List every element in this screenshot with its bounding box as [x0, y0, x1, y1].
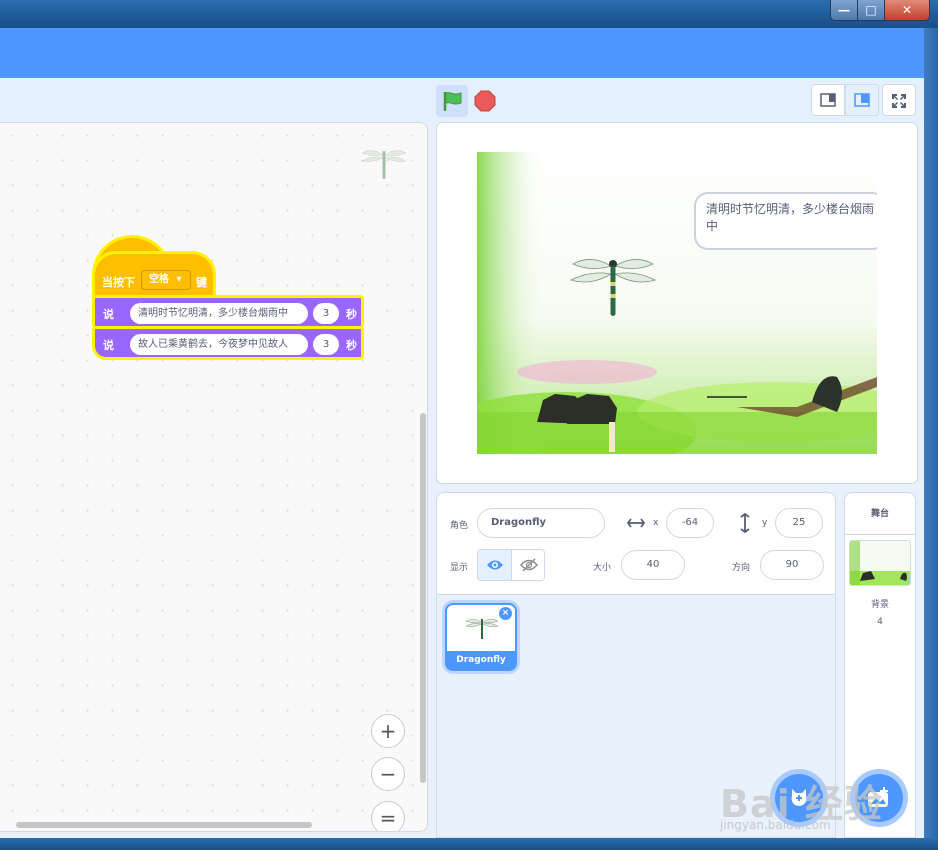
green-flag-button[interactable] — [436, 85, 468, 117]
window-right-frame — [924, 28, 938, 838]
backdrop-scene: 清明时节忆明清，多少楼台烟雨中 — [477, 152, 877, 454]
close-button[interactable]: ✕ — [885, 0, 929, 20]
eye-icon — [487, 560, 503, 570]
stage-target-title: 舞台 — [845, 493, 915, 535]
hat-prefix-label: 当按下 — [102, 276, 135, 289]
small-stage-icon — [820, 93, 836, 107]
secs-label: 秒 — [346, 339, 357, 352]
taskbar — [0, 838, 938, 850]
dragonfly-thumbnail-icon — [465, 619, 499, 639]
menu-bar — [0, 28, 924, 78]
hat-suffix-label: 键 — [196, 276, 207, 289]
direction-label: 方向 — [732, 563, 751, 573]
x-input[interactable]: -64 — [666, 508, 714, 538]
say-text-input[interactable]: 清明时节忆明清，多少楼台烟雨中 — [130, 303, 308, 324]
horizontal-arrows-icon — [627, 518, 645, 528]
key-dropdown-value: 空格 — [149, 274, 169, 285]
normal-stage-icon — [854, 93, 870, 107]
hide-button[interactable] — [512, 550, 544, 580]
size-label: 大小 — [593, 563, 612, 573]
zoom-out-button[interactable]: − — [371, 757, 405, 791]
when-key-pressed-block[interactable]: 当按下 空格 ▾ 键 — [92, 251, 216, 301]
green-flag-icon — [443, 92, 462, 111]
sprite-tile[interactable]: × Dragonfly — [445, 603, 517, 671]
say-for-secs-block[interactable]: 说 故人已乘黄鹤去，今夜梦中见故人 3 秒 — [92, 326, 364, 360]
show-button[interactable] — [478, 550, 512, 580]
x-label: x — [653, 518, 659, 528]
y-label: y — [762, 518, 768, 528]
dragonfly-sprite — [569, 259, 657, 316]
say-label: 说 — [103, 308, 114, 321]
backdrops-label: 背景 — [870, 600, 889, 610]
close-icon: × — [501, 608, 510, 618]
sprite-info-bar: 角色 Dragonfly x -64 y 25 显示 大小 40 方向 90 — [437, 493, 835, 595]
scratch-app: 当按下 空格 ▾ 键 说 清明时节忆明清，多少楼台烟雨中 3 秒 说 故人已乘黄… — [0, 28, 924, 838]
zoom-reset-button[interactable]: = — [371, 801, 405, 831]
window-titlebar: — □ ✕ — [0, 0, 938, 28]
fullscreen-button[interactable] — [882, 84, 916, 116]
dropdown-arrow-icon: ▾ — [176, 274, 182, 285]
say-secs-input[interactable]: 3 — [313, 334, 339, 355]
backdrops-count: 4 — [877, 617, 883, 627]
zoom-in-button[interactable]: + — [371, 714, 405, 748]
fullscreen-icon — [892, 94, 906, 108]
minimize-button[interactable]: — — [831, 0, 858, 20]
delete-sprite-button[interactable]: × — [499, 607, 512, 620]
backdrop-thumbnail — [849, 540, 911, 586]
small-stage-button[interactable] — [811, 84, 845, 116]
size-input[interactable]: 40 — [621, 550, 685, 580]
vertical-scrollbar[interactable] — [420, 413, 426, 783]
maximize-button[interactable]: □ — [858, 0, 885, 20]
sprite-name-label: 角色 — [450, 521, 469, 531]
sprite-ghost-icon — [361, 150, 407, 179]
vertical-arrows-icon — [740, 513, 750, 533]
say-secs-input[interactable]: 3 — [313, 303, 339, 324]
zoom-in-icon: + — [379, 719, 397, 743]
speech-bubble: 清明时节忆明清，多少楼台烟雨中 — [694, 192, 877, 250]
secs-label: 秒 — [346, 308, 357, 321]
show-label: 显示 — [450, 563, 469, 573]
say-text-input[interactable]: 故人已乘黄鹤去，今夜梦中见故人 — [130, 334, 308, 355]
window-controls: — □ ✕ — [830, 0, 930, 21]
horizontal-scrollbar[interactable] — [16, 822, 312, 828]
stage-canvas[interactable]: 清明时节忆明清，多少楼台烟雨中 — [436, 122, 918, 484]
eye-slash-icon — [520, 558, 538, 572]
zoom-reset-icon: = — [379, 806, 397, 830]
code-workspace[interactable]: 当按下 空格 ▾ 键 说 清明时节忆明清，多少楼台烟雨中 3 秒 说 故人已乘黄… — [0, 122, 428, 832]
say-label: 说 — [103, 339, 114, 352]
y-input[interactable]: 25 — [775, 508, 823, 538]
normal-stage-button[interactable] — [845, 84, 879, 116]
key-dropdown[interactable]: 空格 ▾ — [141, 270, 191, 290]
visibility-toggle — [477, 549, 545, 581]
sprite-tile-name: Dragonfly — [447, 651, 515, 669]
baidu-watermark-url: jingyan.baidu.com — [720, 818, 831, 832]
direction-input[interactable]: 90 — [760, 550, 824, 580]
say-for-secs-block[interactable]: 说 清明时节忆明清，多少楼台烟雨中 3 秒 — [92, 295, 364, 329]
stop-icon — [474, 90, 496, 112]
zoom-out-icon: − — [379, 762, 397, 786]
sprite-name-input[interactable]: Dragonfly — [477, 508, 605, 538]
backdrop-thumbnail-image — [850, 541, 910, 585]
stop-button[interactable] — [474, 90, 496, 116]
